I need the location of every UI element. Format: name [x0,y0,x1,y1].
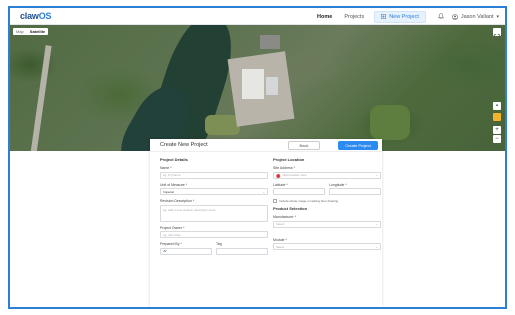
nav-menu: Home Projects New Project Jason Vallant … [305,10,499,23]
satellite-map[interactable]: Map Satellite ▪ + − [10,25,505,151]
map-building-roof-small [266,77,278,95]
user-menu[interactable]: Jason Vallant ▾ [451,13,499,20]
longitude-field: Longitude * [329,183,381,200]
app-frame: clawOS Home Projects New Project Jason V… [8,6,507,309]
bell-icon [437,12,444,19]
prepared-label: Prepared By * [160,242,182,246]
pegman-icon[interactable] [493,113,501,121]
app-logo[interactable]: clawOS [20,11,52,21]
zoom-in-icon[interactable]: + [493,126,501,134]
address-placeholder: Start location here [282,173,307,177]
new-project-button[interactable]: New Project [374,10,426,23]
chevron-down-icon: ▾ [496,13,499,20]
map-type-control: Map Satellite [13,28,49,35]
new-project-label: New Project [389,13,419,20]
owner-label: Project Owner * [160,225,185,230]
nav-home[interactable]: Home [317,14,332,20]
logo-suffix: OS [38,11,52,21]
include-image-checkbox[interactable]: Include whole image in racking floor dra… [273,199,381,203]
longitude-input[interactable] [329,188,381,195]
owner-input[interactable]: eg. John Doe [160,231,268,238]
create-project-button[interactable]: Create Project [338,141,378,150]
tag-label: Tag [216,242,222,246]
map-paved-area [260,35,280,49]
map-type-map[interactable]: Map [13,28,27,35]
project-location-heading: Project Location [273,157,305,162]
unit-select[interactable]: Imperial ⌄ [160,188,268,195]
tag-input[interactable] [216,247,268,255]
back-button[interactable]: Back [288,141,320,150]
product-selection-heading: Product Selection [273,206,308,211]
map-green-field [370,105,410,140]
chevron-down-icon: ⌄ [375,173,378,177]
logo-text: claw [20,11,39,21]
user-name: Jason Vallant [460,13,494,20]
unit-label: Unit of Measure * [160,182,188,187]
project-location-column: Project Location Site Address * ⬤ Start l… [273,157,381,254]
chevron-down-icon: ⌄ [375,222,378,226]
prepared-field: Prepared By * JV [160,242,212,259]
prepared-input[interactable]: JV [160,247,212,255]
name-input[interactable]: eg. Prj Name [160,171,268,179]
map-type-satellite[interactable]: Satellite [27,28,48,35]
nav-projects[interactable]: Projects [344,14,364,20]
checkbox-box[interactable] [273,199,277,203]
longitude-label: Longitude * [329,182,347,187]
lat-lng-row: Latitude * Longitude * [273,183,381,200]
zoom-out-icon[interactable]: − [493,135,501,143]
latitude-label: Latitude * [273,182,288,187]
unit-value: Imperial [163,189,174,194]
user-circle-icon [451,13,458,20]
module-label: Module * [273,237,287,242]
manufacturer-label: Manufacturer * [273,215,296,219]
name-label: Name * [160,166,172,170]
panel-header: Create New Project Back Create Project [150,139,382,152]
plus-square-icon [381,14,387,19]
checkbox-label: Include whole image in racking floor dra… [279,199,339,203]
map-building-roof [242,69,264,99]
chevron-down-icon: ⌄ [375,244,378,249]
revision-label: Revision Description * [160,199,195,203]
latitude-field: Latitude * [273,183,325,200]
chevron-down-icon: ⌄ [262,189,265,194]
tag-field: Tag [216,242,268,259]
revision-textarea[interactable]: eg. Add a new revision description here [160,204,268,222]
panel-title: Create New Project [160,142,208,148]
map-road [30,45,52,151]
fullscreen-icon[interactable] [493,28,501,40]
prepared-tag-row: Prepared By * JV Tag [160,242,268,259]
project-details-heading: Project Details [160,157,188,162]
manufacturer-select[interactable]: Select ⌄ [273,220,381,228]
notifications-button[interactable] [437,12,444,21]
project-details-column: Project Details Name * eg. Prj Name Unit… [160,157,268,259]
address-label: Site Address * [273,166,295,170]
module-select[interactable]: Select ⌄ [273,243,381,250]
latitude-input[interactable] [273,188,325,195]
address-input[interactable]: ⬤ Start location here ⌄ [273,171,381,179]
location-pin-icon: ⬤ [276,172,281,178]
map-field [205,115,240,135]
camera-icon[interactable]: ▪ [493,102,501,110]
top-navigation-bar: clawOS Home Projects New Project Jason V… [10,8,505,25]
create-project-panel: Create New Project Back Create Project P… [150,139,382,307]
manufacturer-value: Select [276,222,285,226]
module-value: Select [276,244,285,249]
